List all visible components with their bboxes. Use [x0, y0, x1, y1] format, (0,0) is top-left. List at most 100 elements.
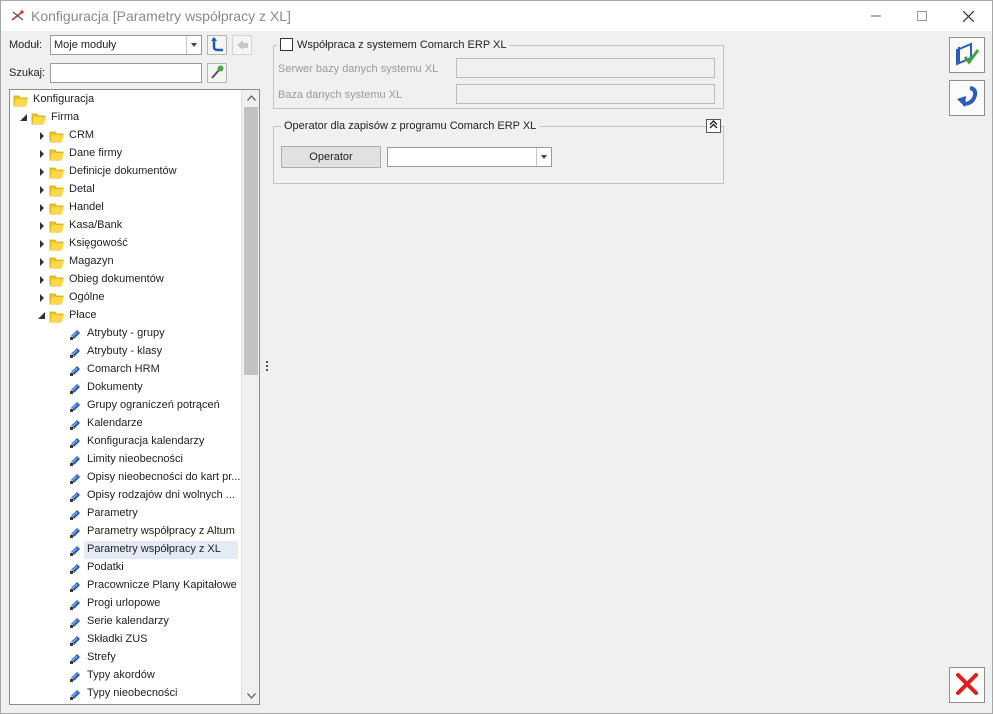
expand-arrow-icon[interactable]	[37, 203, 47, 213]
tree-node-label: Opisy nieobecności do kart pr...	[87, 471, 241, 483]
tree-node-item[interactable]: Strefy	[10, 649, 241, 667]
double-chevron-up-icon	[709, 120, 718, 132]
folder-icon	[49, 201, 65, 215]
tree-node-item[interactable]: Atrybuty - klasy	[10, 343, 241, 361]
title-bar: Konfiguracja [Parametry współpracy z XL]	[1, 1, 992, 31]
collapse-arrow-icon[interactable]	[19, 113, 29, 123]
chevron-down-icon[interactable]	[536, 148, 551, 166]
tree-node-group[interactable]: CRM	[10, 127, 241, 145]
search-label: Szukaj:	[9, 67, 46, 79]
operator-select[interactable]	[387, 147, 552, 167]
tree-node-item[interactable]: Typy akordów	[10, 667, 241, 685]
module-select-value: Moje moduły	[54, 39, 117, 51]
settings-item-icon	[69, 651, 85, 665]
folder-icon	[49, 129, 65, 143]
chevron-down-icon[interactable]	[186, 36, 201, 54]
folder-icon	[49, 237, 65, 251]
settings-item-icon	[69, 597, 85, 611]
erp-xl-checkbox[interactable]	[280, 38, 293, 51]
tree-node-item[interactable]: Opisy nieobecności do kart pr...	[10, 469, 241, 487]
server-field[interactable]	[456, 58, 715, 78]
expand-arrow-icon[interactable]	[37, 185, 47, 195]
folder-icon	[49, 309, 65, 323]
tree-node-group[interactable]: Definicje dokumentów	[10, 163, 241, 181]
tree-node-group[interactable]: Obieg dokumentów	[10, 271, 241, 289]
erp-xl-checkbox-row[interactable]: Współpraca z systemem Comarch ERP XL	[277, 38, 510, 51]
tree-node-label: Grupy ograniczeń potrąceń	[87, 399, 220, 411]
tree-node-label: Atrybuty - grupy	[87, 327, 165, 339]
tree-node-item[interactable]: Typy nieobecności	[10, 685, 241, 703]
tree-node-item[interactable]: Comarch HRM	[10, 361, 241, 379]
tree-node-label: Płace	[69, 309, 97, 321]
tree-node-item[interactable]: Kalendarze	[10, 415, 241, 433]
back-button[interactable]	[232, 35, 252, 55]
tree-node-firma[interactable]: Firma	[10, 109, 241, 127]
save-icon	[953, 40, 981, 71]
tree-node-label: Obieg dokumentów	[69, 273, 164, 285]
undo-button[interactable]	[949, 80, 985, 116]
settings-item-icon	[69, 507, 85, 521]
tree-node-label: Atrybuty - klasy	[87, 345, 163, 357]
tree-node-group[interactable]: Magazyn	[10, 253, 241, 271]
tree-node-item[interactable]: Parametry współpracy z Altum	[10, 523, 241, 541]
settings-item-icon	[69, 327, 85, 341]
refresh-button[interactable]	[207, 35, 227, 55]
search-button[interactable]	[207, 63, 227, 83]
tree-node-label: Handel	[69, 201, 104, 213]
tree-node-label: Dokumenty	[87, 381, 143, 393]
tree-node-group[interactable]: Księgowość	[10, 235, 241, 253]
save-button[interactable]	[949, 37, 985, 73]
search-input[interactable]	[50, 63, 202, 83]
tree-node-group[interactable]: Płace	[10, 307, 241, 325]
folder-icon	[49, 183, 65, 197]
collapse-group-button[interactable]	[706, 119, 721, 133]
tree-node-group[interactable]: Detal	[10, 181, 241, 199]
tree-node-item[interactable]: Atrybuty - grupy	[10, 325, 241, 343]
expand-arrow-icon[interactable]	[37, 275, 47, 285]
close-window-button[interactable]	[945, 1, 991, 31]
tree-node-item[interactable]: Konfiguracja kalendarzy	[10, 433, 241, 451]
tree-node-item[interactable]: Parametry	[10, 505, 241, 523]
operator-group-legend: Operator dla zapisów z programu Comarch …	[281, 120, 540, 132]
expand-arrow-icon[interactable]	[37, 131, 47, 141]
tree-node-item[interactable]: Opisy rodzajów dni wolnych ...	[10, 487, 241, 505]
settings-item-icon	[69, 633, 85, 647]
window-title: Konfiguracja [Parametry współpracy z XL]	[31, 8, 291, 24]
tree-node-item[interactable]: Dokumenty	[10, 379, 241, 397]
scroll-up-icon[interactable]	[242, 90, 259, 106]
config-tree[interactable]: Konfiguracja Firma CRM Dane firmy Definicje …	[9, 89, 260, 705]
tree-node-item[interactable]: Składki ZUS	[10, 631, 241, 649]
scrollbar-thumb[interactable]	[244, 107, 258, 375]
cancel-button[interactable]	[949, 667, 985, 703]
folder-icon	[49, 291, 65, 305]
maximize-button[interactable]	[899, 1, 945, 31]
tree-node-item[interactable]: Podatki	[10, 559, 241, 577]
tree-node-selected[interactable]: Parametry współpracy z XL	[10, 541, 241, 559]
collapse-arrow-icon[interactable]	[37, 311, 47, 321]
expand-arrow-icon[interactable]	[37, 257, 47, 267]
database-field[interactable]	[456, 84, 715, 104]
operator-button[interactable]: Operator	[281, 146, 381, 168]
tree-node-group[interactable]: Dane firmy	[10, 145, 241, 163]
tree-node-group[interactable]: Handel	[10, 199, 241, 217]
expand-arrow-icon[interactable]	[37, 239, 47, 249]
expand-arrow-icon[interactable]	[37, 149, 47, 159]
expand-arrow-icon[interactable]	[37, 293, 47, 303]
cancel-x-icon	[955, 672, 979, 699]
scroll-down-icon[interactable]	[242, 688, 259, 704]
expand-arrow-icon[interactable]	[37, 221, 47, 231]
eyedropper-search-icon	[209, 64, 225, 83]
tree-node-item[interactable]: Progi urlopowe	[10, 595, 241, 613]
panel-splitter[interactable]	[265, 361, 269, 377]
minimize-button[interactable]	[853, 1, 899, 31]
tree-node-root[interactable]: Konfiguracja	[10, 91, 241, 109]
tree-scrollbar[interactable]	[241, 90, 259, 704]
tree-node-item[interactable]: Pracownicze Plany Kapitałowe	[10, 577, 241, 595]
module-select[interactable]: Moje moduły	[50, 35, 202, 55]
tree-node-item[interactable]: Grupy ograniczeń potrąceń	[10, 397, 241, 415]
tree-node-group[interactable]: Ogólne	[10, 289, 241, 307]
tree-node-item[interactable]: Serie kalendarzy	[10, 613, 241, 631]
expand-arrow-icon[interactable]	[37, 167, 47, 177]
tree-node-item[interactable]: Limity nieobecności	[10, 451, 241, 469]
tree-node-group[interactable]: Kasa/Bank	[10, 217, 241, 235]
